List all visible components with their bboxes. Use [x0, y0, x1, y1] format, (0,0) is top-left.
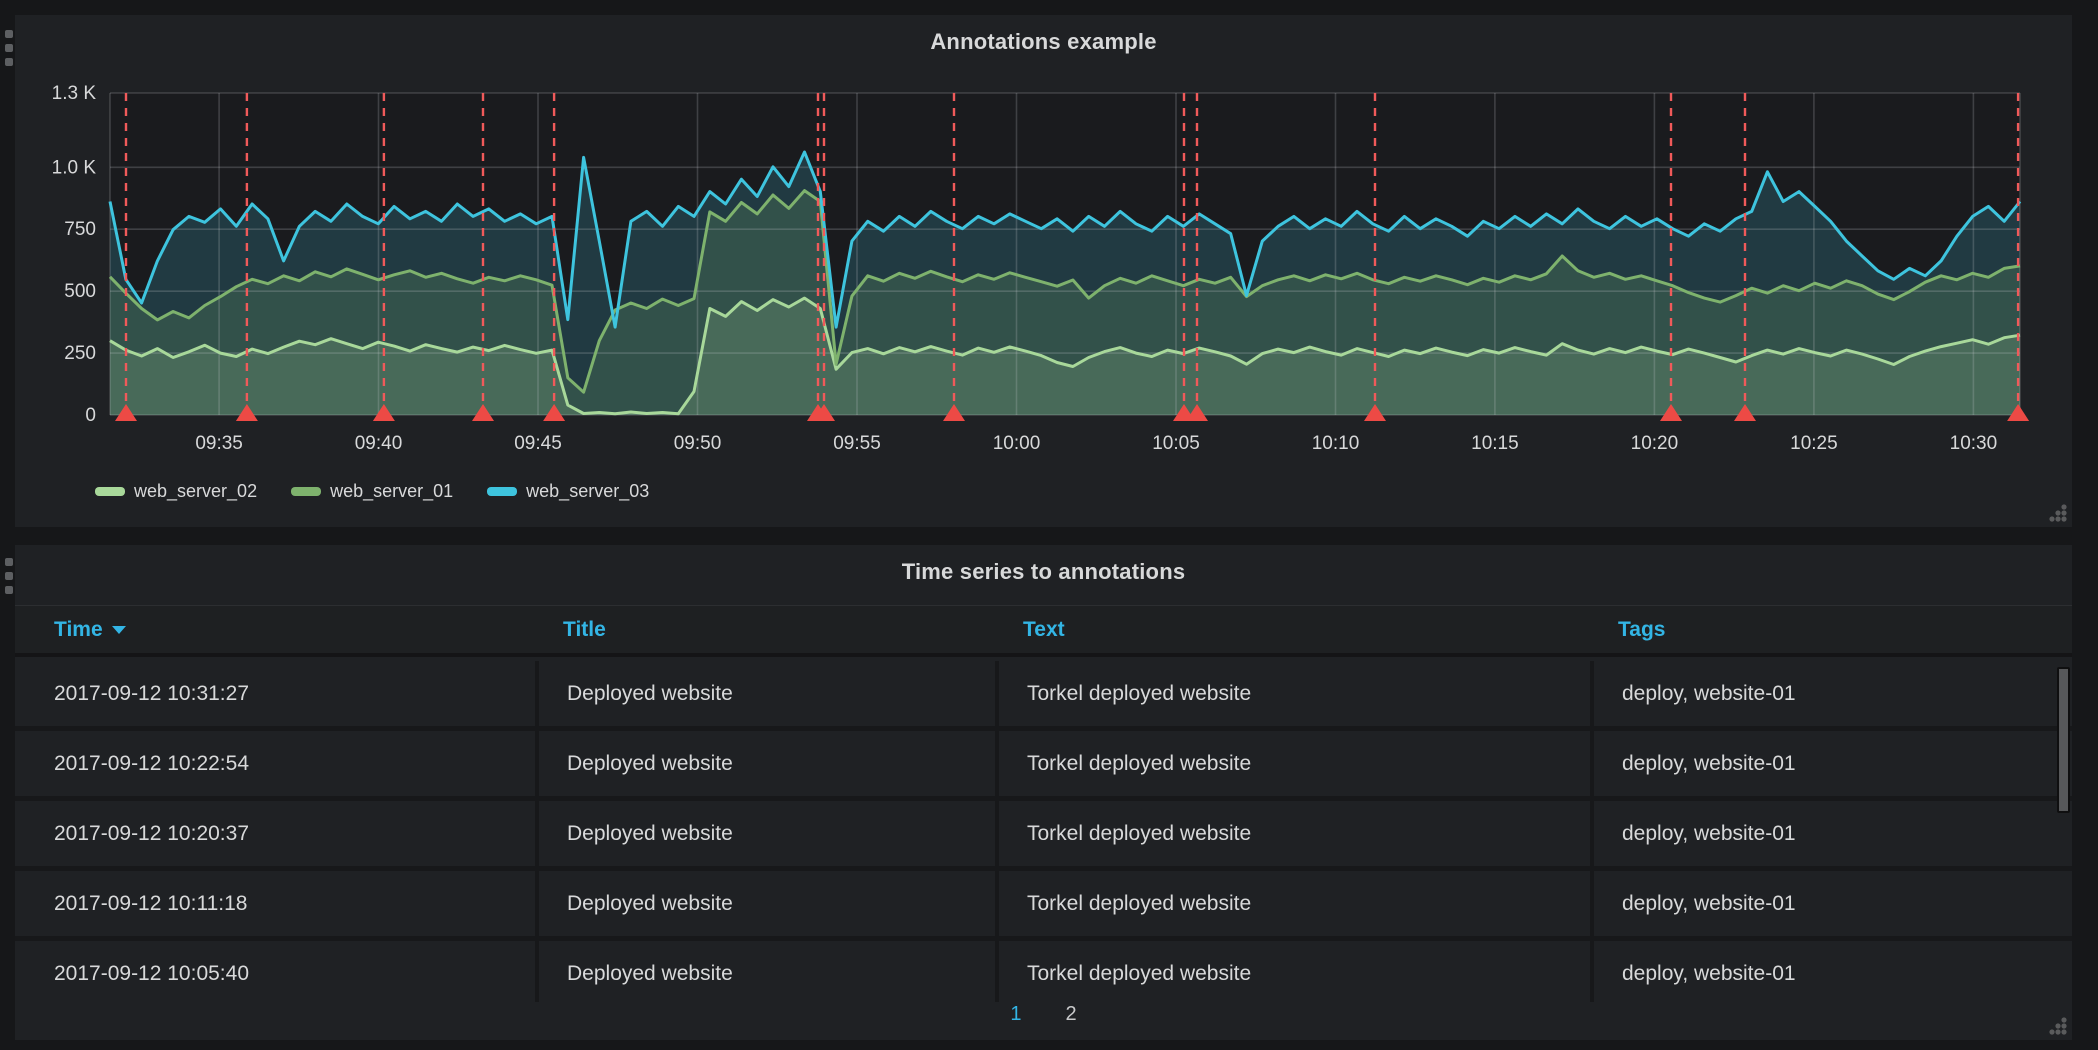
drag-dot: [5, 44, 13, 52]
table-body: 2017-09-12 10:31:27Deployed websiteTorke…: [15, 661, 2072, 1002]
table-panel-title[interactable]: Time series to annotations: [15, 559, 2072, 585]
svg-text:09:35: 09:35: [195, 433, 243, 454]
time-series-annotations-panel: Time series to annotations Time Title Te…: [15, 545, 2072, 1040]
table-cell: Deployed website: [535, 871, 995, 936]
table-cell: Torkel deployed website: [995, 941, 1590, 1002]
drag-dot: [5, 30, 13, 38]
table-panel-drag-handle[interactable]: [5, 558, 15, 600]
time-series-chart[interactable]: 0 250 500 750 1.0 K 1.3 K 09:35 09:40 09:45 09:50…: [15, 15, 2072, 527]
svg-text:10:30: 10:30: [1950, 433, 1998, 454]
column-header-tags[interactable]: Tags: [1590, 606, 2072, 653]
drag-dot: [5, 558, 13, 566]
annotations-example-panel: Annotations example 02505007501.0 K1.3 K…: [15, 15, 2072, 527]
svg-text:250: 250: [64, 343, 96, 364]
series-color-swatch: [95, 487, 125, 496]
table-row: 2017-09-12 10:11:18Deployed websiteTorke…: [15, 871, 2072, 941]
pagination-page-2[interactable]: 2: [1066, 1003, 1077, 1026]
pagination-page-1[interactable]: 1: [1010, 1003, 1021, 1026]
table-cell: Deployed website: [535, 801, 995, 866]
legend-item-web-server-02[interactable]: web_server_02: [95, 481, 257, 502]
drag-dot: [5, 58, 13, 66]
table-cell: 2017-09-12 10:31:27: [15, 661, 535, 726]
chart-panel-drag-handle[interactable]: [5, 30, 15, 72]
table-cell: 2017-09-12 10:20:37: [15, 801, 535, 866]
table-cell: Torkel deployed website: [995, 801, 1590, 866]
legend-label: web_server_02: [134, 481, 257, 502]
drag-dot: [5, 572, 13, 580]
table-row: 2017-09-12 10:20:37Deployed websiteTorke…: [15, 801, 2072, 871]
legend-item-web-server-01[interactable]: web_server_01: [291, 481, 453, 502]
table-cell: Torkel deployed website: [995, 731, 1590, 796]
svg-text:10:25: 10:25: [1790, 433, 1838, 454]
table-row: 2017-09-12 10:05:40Deployed websiteTorke…: [15, 941, 2072, 1002]
table-header-row: Time Title Text Tags: [15, 605, 2072, 657]
svg-text:750: 750: [64, 219, 96, 240]
svg-text:1.3 K: 1.3 K: [52, 83, 97, 104]
legend-label: web_server_03: [526, 481, 649, 502]
svg-text:09:50: 09:50: [674, 433, 722, 454]
panel-resize-handle[interactable]: [2045, 1013, 2069, 1037]
pagination: 12: [15, 1000, 2072, 1028]
table-cell: Deployed website: [535, 661, 995, 726]
series-color-swatch: [291, 487, 321, 496]
column-header-title[interactable]: Title: [535, 606, 995, 653]
table-cell: 2017-09-12 10:22:54: [15, 731, 535, 796]
panel-resize-handle[interactable]: [2045, 500, 2069, 524]
table-cell: deploy, website-01: [1590, 941, 2072, 1002]
svg-text:10:10: 10:10: [1312, 433, 1360, 454]
svg-text:1.0 K: 1.0 K: [52, 157, 97, 178]
table-cell: deploy, website-01: [1590, 871, 2072, 936]
table-row: 2017-09-12 10:22:54Deployed websiteTorke…: [15, 731, 2072, 801]
series-color-swatch: [487, 487, 517, 496]
svg-text:500: 500: [64, 281, 96, 302]
svg-text:09:45: 09:45: [514, 433, 562, 454]
table-cell: Deployed website: [535, 731, 995, 796]
svg-text:09:55: 09:55: [833, 433, 881, 454]
svg-text:10:15: 10:15: [1471, 433, 1519, 454]
table-cell: 2017-09-12 10:05:40: [15, 941, 535, 1002]
column-header-time[interactable]: Time: [15, 606, 535, 653]
sort-desc-icon: [112, 626, 126, 634]
table-cell: Torkel deployed website: [995, 661, 1590, 726]
column-header-text[interactable]: Text: [995, 606, 1590, 653]
legend-item-web-server-03[interactable]: web_server_03: [487, 481, 649, 502]
table-row: 2017-09-12 10:31:27Deployed websiteTorke…: [15, 661, 2072, 731]
svg-text:09:40: 09:40: [355, 433, 403, 454]
drag-dot: [5, 586, 13, 594]
table-cell: Deployed website: [535, 941, 995, 1002]
table-cell: deploy, website-01: [1590, 731, 2072, 796]
table-cell: 2017-09-12 10:11:18: [15, 871, 535, 936]
svg-text:0: 0: [85, 405, 96, 426]
table-cell: Torkel deployed website: [995, 871, 1590, 936]
table-cell: deploy, website-01: [1590, 801, 2072, 866]
svg-text:10:05: 10:05: [1152, 433, 1200, 454]
chart-legend: web_server_02 web_server_01 web_server_0…: [95, 481, 649, 502]
table-cell: deploy, website-01: [1590, 661, 2072, 726]
svg-text:10:00: 10:00: [993, 433, 1041, 454]
svg-text:10:20: 10:20: [1631, 433, 1679, 454]
legend-label: web_server_01: [330, 481, 453, 502]
table-scrollbar[interactable]: [2057, 667, 2070, 813]
